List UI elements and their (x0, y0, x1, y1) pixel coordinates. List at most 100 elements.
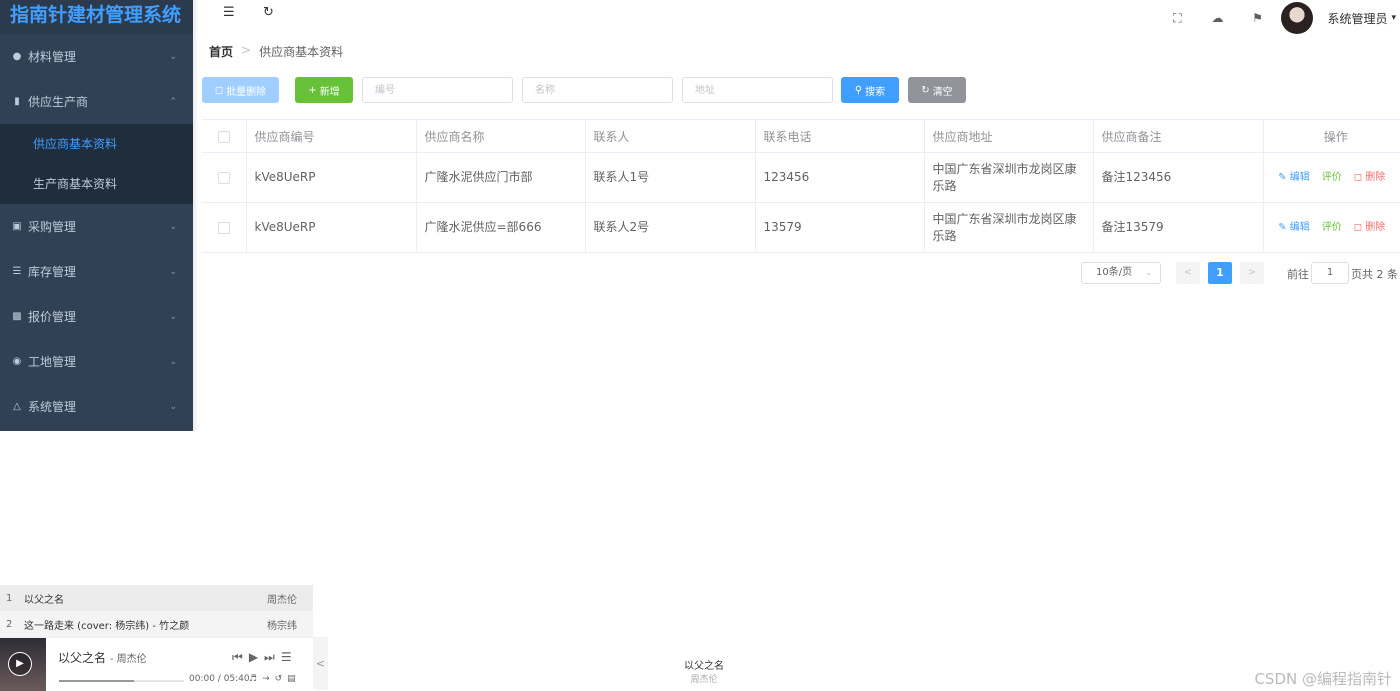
player-collapse-button[interactable]: < (313, 637, 328, 690)
page-size-select[interactable]: 10条/页 ⌄ (1081, 262, 1161, 284)
row-checkbox[interactable] (217, 171, 230, 184)
track-title: 以父之名 (24, 594, 64, 606)
order-icon[interactable]: → (262, 674, 270, 684)
sidebar-item-label: 采购管理 (28, 220, 77, 234)
bell-icon[interactable]: ⚑ (1237, 11, 1277, 25)
delete-button[interactable]: ◻ 删除 (1354, 169, 1386, 186)
volume-icon[interactable]: ♬ (249, 674, 257, 684)
edit-button[interactable]: ✎ 编辑 (1278, 169, 1310, 186)
next-page-button[interactable]: > (1240, 262, 1264, 284)
player-controls: ⏮ ▶ ⏭ ☰ (232, 650, 292, 665)
column-header: 供应商地址 (924, 119, 1094, 153)
menu-icon[interactable]: ☰ (281, 650, 292, 665)
play-icon[interactable]: ▶ (8, 652, 32, 676)
row-actions: ✎ 编辑 评价 ◻ 删除 (1263, 152, 1400, 203)
user-name[interactable]: 系统管理员 (1327, 10, 1387, 27)
row-checkbox[interactable] (217, 221, 230, 234)
reset-icon: ↻ (921, 84, 930, 96)
money-icon: ▩ (12, 311, 22, 322)
row-select-cell (202, 202, 247, 253)
hamburger-icon[interactable]: ☰ (223, 5, 235, 20)
playlist-item[interactable]: 2 这一路走来 (cover: 杨宗纬) - 竹之颜 杨宗纬 (0, 611, 313, 637)
lyric-display: 以父之名 周杰伦 (684, 657, 724, 685)
supplier-name: 广隆水泥供应=部666 (416, 202, 586, 253)
goto-page-input[interactable]: 1 (1311, 262, 1349, 284)
chevron-down-icon: ⌄ (169, 356, 177, 367)
select-all-checkbox[interactable] (217, 130, 230, 143)
supplier-table: 供应商编号 供应商名称 联系人 联系电话 供应商地址 供应商备注 操作 kVe8… (202, 119, 1400, 253)
pencil-icon: ✎ (1278, 222, 1287, 233)
trash-icon: ◻ (1353, 172, 1363, 183)
refresh-icon[interactable]: ↻ (263, 5, 274, 20)
sidebar-item-materials[interactable]: ● 材料管理 ⌄ (0, 34, 193, 79)
sidebar-item-purchase[interactable]: ▣ 采购管理 ⌄ (0, 204, 193, 249)
location-icon: ◉ (12, 356, 22, 367)
supplier-remark: 备注123456 (1093, 152, 1264, 203)
rate-button[interactable]: 评价 (1322, 219, 1342, 236)
theme-icon[interactable]: ☁ (1197, 11, 1237, 25)
edit-label: 编辑 (1289, 222, 1310, 233)
music-playlist: 1 以父之名 周杰伦 2 这一路走来 (cover: 杨宗纬) - 竹之颜 杨宗… (0, 585, 313, 637)
supplier-code: kVe8UeRP (246, 202, 417, 253)
batch-delete-button[interactable]: ◻ 批量删除 (202, 77, 279, 103)
loop-icon[interactable]: ↺ (275, 674, 283, 684)
table-header-row: 供应商编号 供应商名称 联系人 联系电话 供应商地址 供应商备注 操作 (202, 119, 1400, 153)
delete-label: 删除 (1365, 172, 1386, 183)
breadcrumb-home[interactable]: 首页 (209, 43, 233, 60)
add-button[interactable]: + 新增 (295, 77, 353, 103)
lyric-line: 以父之名 (684, 661, 724, 672)
edit-label: 编辑 (1289, 172, 1310, 183)
music-player: ▶ 以父之名 - 周杰伦 ⏮ ▶ ⏭ ☰ 00:00 / 05:40 ♬ → ↺… (0, 637, 313, 691)
fullscreen-icon[interactable]: ⛶ (1157, 11, 1197, 26)
column-header: 供应商名称 (416, 119, 586, 153)
name-search-input[interactable] (522, 77, 673, 103)
track-artist: 周杰伦 (267, 594, 297, 606)
progress-fill (59, 680, 134, 682)
code-search-input[interactable] (362, 77, 513, 103)
contact-phone: 123456 (755, 152, 925, 203)
avatar[interactable] (1281, 2, 1314, 34)
chevron-down-icon: ⌄ (169, 401, 177, 412)
caret-down-icon[interactable]: ▾ (1391, 13, 1396, 23)
cart-icon: ▣ (12, 221, 22, 232)
clear-button[interactable]: ↻ 清空 (908, 77, 966, 103)
sidebar-item-suppliers[interactable]: ▮ 供应生产商 ⌃ (0, 79, 193, 124)
track-title: 这一路走来 (cover: 杨宗纬) - 竹之颜 (24, 620, 190, 632)
sidebar-item-label: 系统管理 (28, 400, 77, 414)
lyrics-icon[interactable]: ▤ (287, 674, 296, 684)
page-number-current[interactable]: 1 (1208, 262, 1232, 284)
sidebar-item-label: 材料管理 (28, 50, 77, 64)
rate-button[interactable]: 评价 (1322, 169, 1342, 186)
search-icon: ⚲ (854, 84, 863, 96)
sidebar-item-quotes[interactable]: ▩ 报价管理 ⌄ (0, 294, 193, 339)
sidebar-subitem-producer-info[interactable]: 生产商基本资料 (0, 164, 193, 204)
add-label: 新增 (319, 86, 340, 98)
previous-icon[interactable]: ⏮ (232, 650, 243, 665)
trash-icon: ◻ (214, 84, 224, 96)
now-playing-artist: 周杰伦 (116, 654, 147, 665)
delete-label: 删除 (1365, 222, 1386, 233)
playlist-item[interactable]: 1 以父之名 周杰伦 (0, 585, 313, 611)
album-cover[interactable]: ▶ (0, 638, 46, 691)
next-icon[interactable]: ⏭ (264, 650, 275, 665)
database-icon: ☰ (12, 266, 22, 277)
sidebar-item-inventory[interactable]: ☰ 库存管理 ⌄ (0, 249, 193, 294)
supplier-remark: 备注13579 (1093, 202, 1264, 253)
supplier-name: 广隆水泥供应门市部 (416, 152, 586, 203)
sidebar-subitem-supplier-info[interactable]: 供应商基本资料 (0, 124, 193, 164)
play-icon[interactable]: ▶ (249, 650, 258, 665)
address-search-input[interactable] (682, 77, 833, 103)
lyric-subline: 周杰伦 (690, 675, 718, 685)
progress-bar[interactable] (59, 680, 184, 682)
prev-page-button[interactable]: < (1176, 262, 1200, 284)
sidebar-item-label: 报价管理 (28, 310, 77, 324)
contact-phone: 13579 (755, 202, 925, 253)
column-header: 联系电话 (755, 119, 925, 153)
delete-button[interactable]: ◻ 删除 (1354, 219, 1386, 236)
sidebar-item-sites[interactable]: ◉ 工地管理 ⌄ (0, 339, 193, 384)
sidebar-item-system[interactable]: △ 系统管理 ⌄ (0, 384, 193, 429)
now-playing-title: 以父之名 (58, 651, 107, 665)
search-button[interactable]: ⚲ 搜索 (841, 77, 899, 103)
sidebar-item-label: 工地管理 (28, 355, 77, 369)
edit-button[interactable]: ✎ 编辑 (1278, 219, 1310, 236)
